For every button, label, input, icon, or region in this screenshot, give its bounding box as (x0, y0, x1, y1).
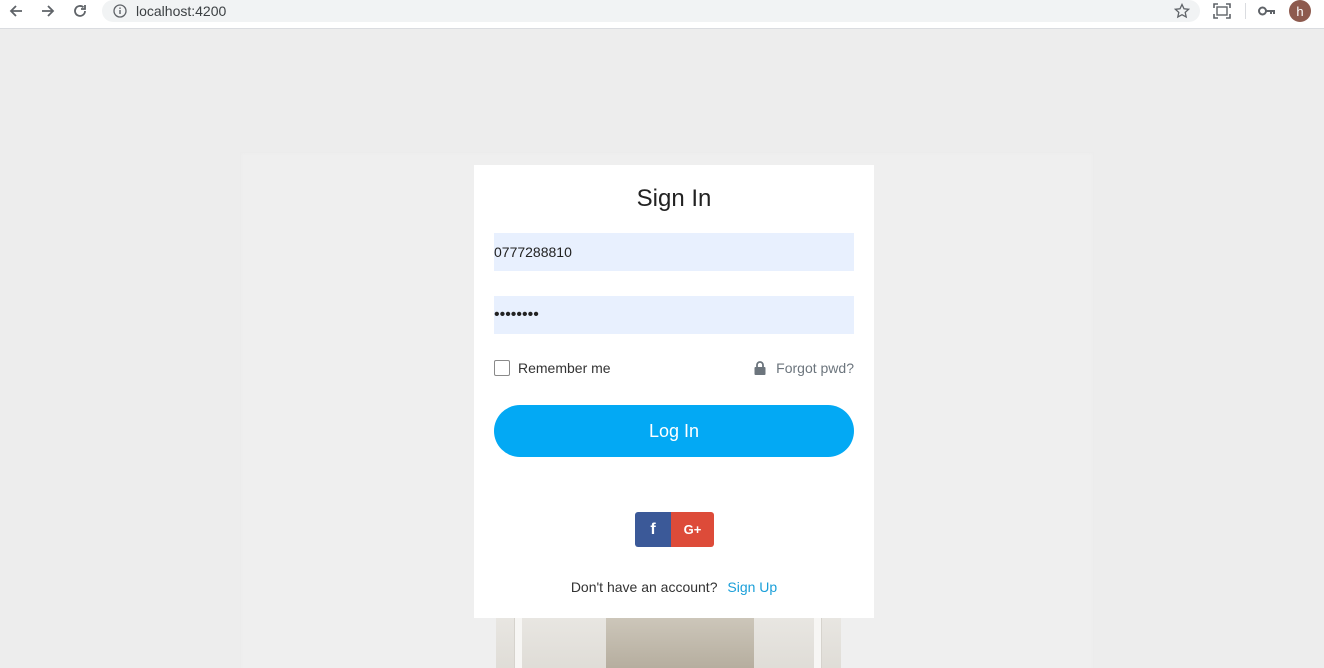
page-title: Sign In (636, 185, 712, 212)
lock-icon (754, 360, 768, 376)
info-icon[interactable] (112, 3, 128, 19)
social-login-group: f G+ (635, 512, 714, 547)
forgot-password-label[interactable]: Forgot pwd? (776, 360, 854, 376)
login-card: Sign In Remember me Forgot pwd? Log In f… (474, 165, 874, 618)
google-plus-login-button[interactable]: G+ (671, 512, 714, 547)
forgot-password-link[interactable]: Forgot pwd? (754, 360, 854, 376)
key-icon[interactable] (1257, 1, 1277, 21)
star-icon[interactable] (1173, 2, 1191, 20)
remember-me-checkbox[interactable] (494, 360, 510, 376)
no-account-text: Don't have an account? (570, 579, 718, 595)
facebook-icon: f (650, 520, 656, 538)
back-arrow-icon[interactable] (4, 1, 28, 21)
avatar[interactable]: h (1289, 0, 1311, 22)
address-bar[interactable]: localhost:4200 (102, 0, 1200, 22)
url-text[interactable]: localhost:4200 (136, 3, 226, 19)
remember-me[interactable]: Remember me (494, 360, 611, 376)
toolbar-separator (1245, 3, 1246, 19)
facebook-login-button[interactable]: f (635, 512, 671, 547)
background-chair-image (496, 612, 841, 668)
chair-leg-right (814, 612, 822, 668)
screen-capture-icon[interactable] (1212, 1, 1232, 21)
remember-me-label[interactable]: Remember me (518, 360, 611, 376)
forward-arrow-icon[interactable] (36, 1, 60, 21)
login-button[interactable]: Log In (494, 405, 854, 457)
signup-row: Don't have an account? Sign Up (474, 579, 874, 595)
page-background: Sign In Remember me Forgot pwd? Log In f… (0, 29, 1324, 668)
browser-toolbar: localhost:4200 h (0, 0, 1324, 29)
password-input[interactable] (494, 296, 854, 334)
reload-icon[interactable] (68, 1, 92, 21)
google-plus-icon: G+ (683, 522, 702, 537)
phone-input[interactable] (494, 233, 854, 271)
chair-seat (606, 612, 754, 668)
signup-link[interactable]: Sign Up (727, 579, 777, 595)
chair-leg-left (514, 612, 522, 668)
